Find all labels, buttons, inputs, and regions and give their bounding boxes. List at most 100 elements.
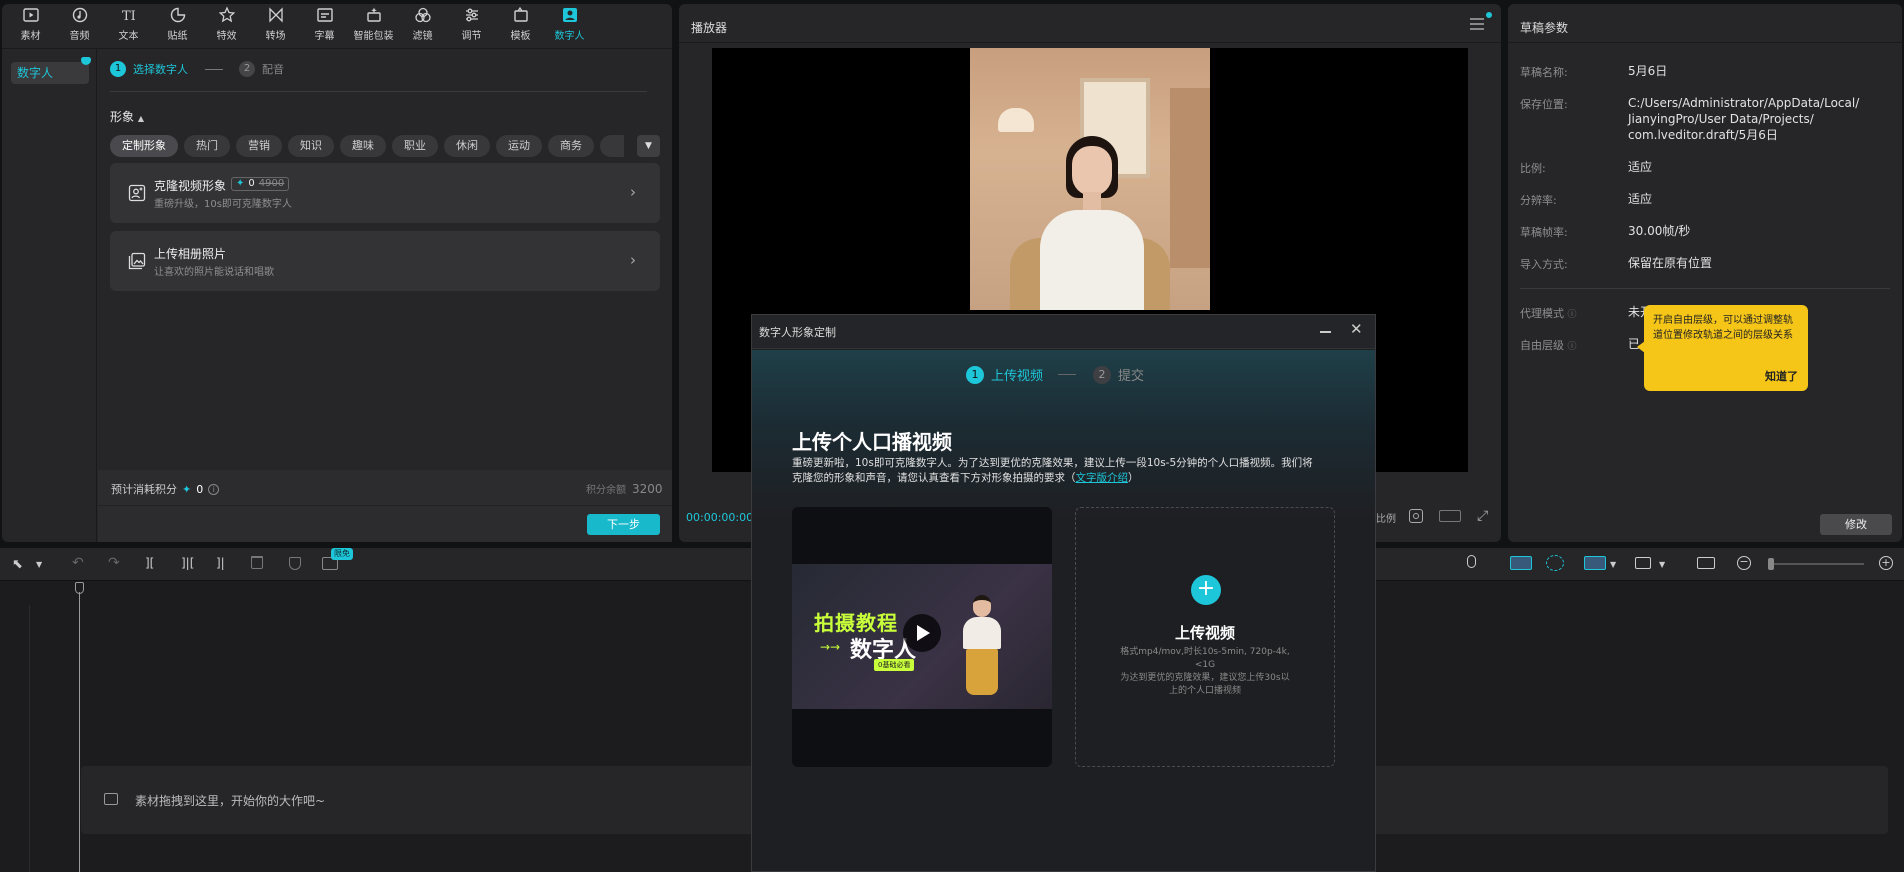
delete-icon[interactable] — [251, 556, 263, 569]
player-header-divider — [679, 42, 1501, 43]
upload-hints: 格式mp4/mov,时长10s-5min, 720p-4k, <1G 为达到更优… — [1086, 646, 1324, 698]
import-mode-key: 导入方式: — [1520, 258, 1568, 271]
upload-video-dropzone[interactable]: + 上传视频 格式mp4/mov,时长10s-5min, 720p-4k, <1… — [1075, 507, 1335, 767]
tool-smart-pack[interactable]: 智能包装 — [349, 0, 398, 48]
close-icon[interactable]: ✕ — [1350, 320, 1363, 338]
aspect-ratio-icon[interactable] — [1439, 510, 1461, 522]
split-icon[interactable]: ][ — [145, 556, 154, 570]
chip-hot[interactable]: 热门 — [184, 135, 230, 157]
dialog-step-submit[interactable]: 2 提交 — [1093, 365, 1144, 384]
main-track-magnet-icon[interactable] — [1510, 556, 1532, 570]
select-tool-icon[interactable]: ⬉ — [12, 557, 23, 572]
shield-icon[interactable] — [289, 557, 301, 570]
audio-icon — [72, 7, 87, 23]
chevron-down-icon[interactable]: ▼ — [1610, 560, 1616, 569]
upload-hint: 上的个人口播视频 — [1168, 686, 1241, 696]
proxy-mode-key: 代理模式 ⓘ — [1520, 305, 1577, 321]
screenshot-icon[interactable] — [1409, 509, 1423, 523]
playhead-line — [79, 592, 80, 872]
next-button[interactable]: 下一步 — [587, 514, 660, 535]
tooltip-ok-button[interactable]: 知道了 — [1765, 368, 1798, 384]
track-header-column — [29, 605, 30, 872]
resolution-key: 分辨率: — [1520, 194, 1557, 207]
upload-photo-card[interactable]: 上传相册照片 让喜欢的照片能说话和唱歌 › — [110, 231, 660, 291]
fullscreen-icon[interactable]: ⤢ — [1477, 508, 1488, 524]
desc-line: 克隆您的形象和声音，请您认真查看下方对形象拍摄的要求（文字版介绍） — [792, 471, 1352, 486]
framerate-value: 30.00帧/秒 — [1628, 224, 1691, 238]
split-right-icon[interactable]: ]| — [216, 556, 225, 570]
tool-media[interactable]: 素材 — [6, 0, 55, 48]
left-sidebar — [2, 49, 97, 542]
tool-label: 调节 — [461, 31, 482, 42]
chip-sports[interactable]: 运动 — [496, 135, 542, 157]
chip-leisure[interactable]: 休闲 — [444, 135, 490, 157]
shelf-shape — [1170, 88, 1210, 268]
clone-video-card[interactable]: 克隆视频形象 ✦ 0 4900 重磅升级，10s即可克隆数字人 › — [110, 163, 660, 223]
tool-audio[interactable]: 音频 — [55, 0, 104, 48]
chevron-down-icon[interactable]: ▼ — [36, 560, 42, 569]
step-num: 2 — [239, 61, 255, 77]
chip-career[interactable]: 职业 — [392, 135, 438, 157]
zoom-in-icon[interactable]: + — [1879, 556, 1893, 570]
path-line: JianyingPro/User Data/Projects/ — [1628, 112, 1814, 126]
tool-label: 数字人 — [554, 31, 585, 42]
timeline-preview-icon[interactable] — [1697, 557, 1715, 569]
tutorial-arrow-icon: →→ — [820, 640, 841, 654]
ratio-button[interactable]: 比例 — [1376, 510, 1396, 525]
dialog-titlebar — [752, 315, 1375, 349]
microphone-icon[interactable] — [1467, 555, 1476, 568]
help-icon: ⓘ — [1567, 342, 1577, 352]
zoom-slider-handle[interactable] — [1768, 558, 1774, 570]
sticker-icon — [170, 7, 185, 23]
tool-label: 特效 — [216, 31, 237, 42]
tool-adjust[interactable]: 调节 — [447, 0, 496, 48]
chevron-down-icon[interactable]: ▼ — [1659, 560, 1665, 569]
tool-text[interactable]: TI 文本 — [104, 0, 153, 48]
tutorial-video-card[interactable]: 拍摄教程 →→ 数字人 0基础必看 — [792, 507, 1052, 767]
proxy-mode-label: 代理模式 — [1520, 307, 1564, 320]
chip-knowledge[interactable]: 知识 — [288, 135, 334, 157]
linkage-icon[interactable] — [1584, 556, 1606, 570]
chip-business[interactable]: 商务 — [548, 135, 594, 157]
step-label: 上传视频 — [991, 369, 1044, 384]
tool-effects[interactable]: 特效 — [202, 0, 251, 48]
step-select[interactable]: 1 选择数字人 — [110, 61, 188, 77]
tool-filter[interactable]: 滤镜 — [398, 0, 447, 48]
edit-button[interactable]: 修改 — [1820, 514, 1892, 535]
step-label: 配音 — [262, 63, 284, 76]
dialog-step-upload[interactable]: 1 上传视频 — [966, 365, 1043, 384]
chip-custom[interactable]: 定制形象 — [110, 135, 178, 157]
section-title[interactable]: 形象 ▲ — [110, 108, 144, 125]
chip-more[interactable] — [600, 135, 624, 157]
text-guide-link[interactable]: 文字版介绍 — [1076, 472, 1129, 484]
preview-frame-image — [970, 48, 1210, 310]
smart-pack-icon — [366, 7, 381, 22]
tool-digital-human[interactable]: 数字人 — [545, 0, 594, 48]
play-button-icon[interactable] — [903, 614, 941, 652]
tool-sticker[interactable]: 贴纸 — [153, 0, 202, 48]
desc-text: 克隆您的形象和声音，请您认真查看下方对形象拍摄的要求（ — [792, 472, 1076, 484]
redo-icon[interactable]: ↷ — [108, 555, 120, 571]
playhead-handle[interactable] — [75, 582, 84, 594]
chips-dropdown-button[interactable]: ▼ — [637, 135, 660, 157]
player-menu-icon[interactable] — [1470, 18, 1484, 30]
minimize-icon[interactable] — [1320, 331, 1331, 333]
zoom-slider[interactable] — [1768, 563, 1864, 565]
sidebar-item-digital-human[interactable]: 数字人 — [11, 62, 89, 84]
tool-transition[interactable]: 转场 — [251, 0, 300, 48]
split-left-icon[interactable]: ]|[ — [181, 556, 194, 570]
preview-axis-icon[interactable] — [1635, 557, 1651, 569]
step-connector — [1058, 374, 1076, 375]
tool-subtitle[interactable]: 字幕 — [300, 0, 349, 48]
step-voice[interactable]: 2 配音 — [239, 61, 284, 77]
chip-marketing[interactable]: 营销 — [236, 135, 282, 157]
tool-template[interactable]: 模板 — [496, 0, 545, 48]
transition-icon — [268, 7, 283, 23]
subtitle-icon — [316, 8, 333, 22]
auto-snap-icon[interactable] — [1546, 555, 1564, 571]
zoom-out-icon[interactable]: − — [1737, 556, 1751, 570]
lens-circle — [1412, 512, 1419, 519]
clone-card-subtitle: 重磅升级，10s即可克隆数字人 — [154, 199, 292, 210]
chip-fun[interactable]: 趣味 — [340, 135, 386, 157]
undo-icon[interactable]: ↶ — [72, 555, 84, 571]
